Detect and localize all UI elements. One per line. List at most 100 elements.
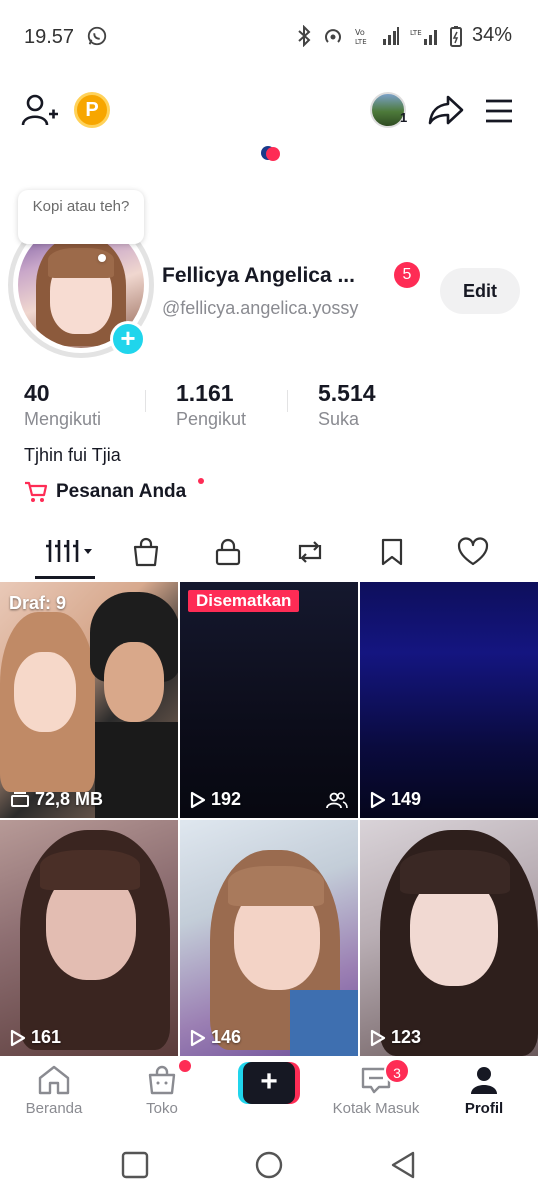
view-count-value: 149 xyxy=(391,789,422,809)
stat-following[interactable]: 40 Mengikuti xyxy=(24,380,101,430)
friends-icon xyxy=(326,792,348,809)
view-count-value: 123 xyxy=(391,1027,422,1047)
nav-profile[interactable]: Profil xyxy=(434,1064,534,1117)
stat-divider xyxy=(287,390,288,412)
lock-icon xyxy=(215,538,241,566)
stat-label: Pengikut xyxy=(176,409,247,429)
system-nav-bar xyxy=(0,1132,538,1200)
back-icon[interactable] xyxy=(388,1150,418,1180)
profile-tabs xyxy=(0,530,538,580)
draft-label: Draf: 9 xyxy=(9,593,67,613)
view-count: 149 xyxy=(370,789,421,810)
nav-home-label: Beranda xyxy=(25,1100,83,1117)
tab-liked[interactable] xyxy=(445,530,501,574)
stat-label: Mengikuti xyxy=(24,409,102,429)
home-circle-icon[interactable] xyxy=(254,1150,284,1180)
shop-notification-dot xyxy=(179,1060,191,1072)
edit-profile-button[interactable]: Edit xyxy=(440,268,520,314)
tab-videos[interactable] xyxy=(38,530,98,574)
live-indicator-icon xyxy=(261,146,280,161)
view-count: 146 xyxy=(190,1027,241,1048)
whatsapp-icon xyxy=(87,26,107,46)
draft-size-value: 72,8 MB xyxy=(35,789,104,809)
grid-view-icon xyxy=(46,540,92,562)
view-count-value: 161 xyxy=(31,1027,62,1047)
stat-divider xyxy=(145,390,146,412)
stat-followers[interactable]: 1.161 Pengikut xyxy=(176,380,246,430)
battery-icon xyxy=(449,25,462,47)
stat-value: 1.161 xyxy=(176,380,234,406)
add-story-button[interactable]: + xyxy=(110,321,146,357)
draft-size: 72,8 MB xyxy=(10,789,103,810)
bottom-nav: Beranda Toko + Kotak Masuk 3 Profil xyxy=(0,1056,538,1132)
shop-bag-icon xyxy=(133,537,159,567)
orders-label: Pesanan Anda xyxy=(56,481,187,502)
battery-percent: 34% xyxy=(471,24,512,46)
tab-shop[interactable] xyxy=(118,530,174,574)
storage-icon xyxy=(11,791,29,807)
signal-icon xyxy=(382,26,399,45)
bubble-tail xyxy=(98,254,106,262)
view-count: 192 xyxy=(190,789,241,810)
play-icon xyxy=(190,791,206,808)
tab-favorites[interactable] xyxy=(364,530,420,574)
stat-value: 5.514 xyxy=(318,380,376,406)
nav-inbox[interactable]: Kotak Masuk xyxy=(326,1064,426,1117)
menu-icon[interactable] xyxy=(484,98,514,124)
view-count-value: 146 xyxy=(211,1027,242,1047)
profile-name: Fellicya Angelica ... xyxy=(162,264,355,287)
status-bubble[interactable]: Kopi atau teh? xyxy=(18,190,144,244)
view-count-value: 192 xyxy=(211,789,242,809)
nav-shop-label: Toko xyxy=(146,1100,178,1117)
lte-signal-icon: LTE xyxy=(410,29,437,45)
hotspot-icon xyxy=(325,28,341,43)
tab-repost[interactable] xyxy=(282,530,338,574)
share-icon[interactable] xyxy=(428,94,464,126)
nav-shop[interactable]: Toko xyxy=(112,1064,212,1117)
recents-icon[interactable] xyxy=(120,1150,150,1180)
play-icon xyxy=(190,1029,206,1046)
play-icon xyxy=(370,1029,386,1046)
name-badge[interactable]: 5 xyxy=(394,262,420,288)
video-tile[interactable]: 146 xyxy=(180,820,358,1056)
tab-private[interactable] xyxy=(200,530,256,574)
profile-icon xyxy=(471,1067,497,1094)
cart-icon xyxy=(25,481,48,502)
video-tile[interactable]: 161 xyxy=(0,820,178,1056)
stat-value: 40 xyxy=(24,380,50,406)
video-tile[interactable]: 149 xyxy=(360,582,538,818)
stat-label: Suka xyxy=(318,409,360,429)
stat-likes[interactable]: 5.514 Suka xyxy=(318,380,376,430)
view-count: 161 xyxy=(10,1027,61,1048)
shop-icon xyxy=(148,1065,176,1095)
plus-icon: + xyxy=(243,1062,295,1104)
nav-home[interactable]: Beranda xyxy=(4,1064,104,1117)
heart-icon xyxy=(457,537,489,566)
play-icon xyxy=(10,1029,26,1046)
active-tab-indicator xyxy=(35,576,95,579)
pinned-badge: Disematkan xyxy=(188,590,300,612)
volte-icon: Vo LTE xyxy=(355,28,367,46)
home-icon xyxy=(38,1065,70,1095)
orders-link[interactable]: Pesanan Anda xyxy=(24,481,186,503)
svg-text:LTE: LTE xyxy=(355,38,367,46)
video-tile[interactable]: 123 xyxy=(360,820,538,1056)
status-right: Vo LTE LTE 34% xyxy=(296,24,512,47)
nav-inbox-label: Kotak Masuk xyxy=(332,1100,420,1117)
coin-icon[interactable]: P xyxy=(74,92,110,128)
status-bar: 19.57 Vo LTE LTE 34% xyxy=(0,0,538,74)
svg-text:LTE: LTE xyxy=(410,29,422,37)
draft-tile[interactable]: Draf: 9 72,8 MB xyxy=(0,582,178,818)
profile-username: @fellicya.angelica.yossy xyxy=(162,298,359,318)
add-friend-icon[interactable] xyxy=(20,92,60,128)
repost-icon xyxy=(298,541,322,563)
orders-notification-dot xyxy=(198,478,204,484)
bluetooth-icon xyxy=(298,24,311,47)
view-count: 123 xyxy=(370,1027,421,1048)
inbox-badge: 3 xyxy=(384,1058,410,1084)
video-tile[interactable]: Disematkan 192 xyxy=(180,582,358,818)
create-button[interactable]: + xyxy=(238,1062,300,1104)
play-icon xyxy=(370,791,386,808)
bookmark-icon xyxy=(381,538,403,566)
header-avatar-count: 1 xyxy=(400,110,408,125)
